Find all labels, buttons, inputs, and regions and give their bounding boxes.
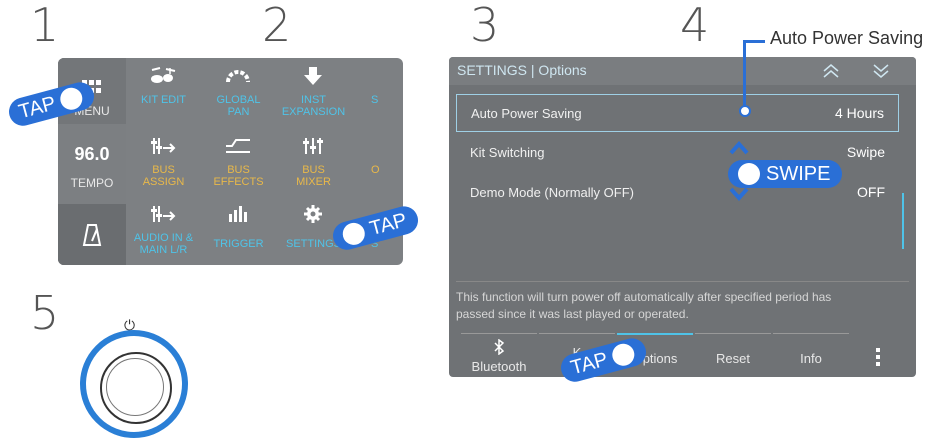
settings-titlebar: SETTINGS | Options (449, 57, 916, 85)
finger-dot-icon (738, 163, 760, 185)
scrollbar[interactable] (902, 193, 904, 249)
swipe-up-chevron-icon (729, 140, 749, 155)
audio-in-main-button[interactable]: AUDIO IN & MAIN L/R (126, 196, 201, 262)
inst-expansion-label: INST EXPANSION (281, 94, 346, 118)
kit-switching-label: Kit Switching (470, 145, 545, 160)
row-auto-power-saving[interactable]: Auto Power Saving 4 Hours (456, 94, 899, 132)
partial-menu-item-s[interactable]: S (351, 58, 403, 124)
divider (456, 281, 909, 282)
description-line-1: This function will turn power off automa… (456, 290, 832, 304)
step-number-4: 4 (680, 0, 710, 52)
page-down-icon[interactable] (871, 63, 891, 79)
metronome-icon (82, 224, 102, 246)
tab-underline-1 (461, 333, 537, 334)
tempo-label: TEMPO (70, 176, 114, 190)
bus-mixer-button[interactable]: BUS MIXER (276, 128, 351, 194)
tempo-value: 96.0 (74, 144, 110, 164)
tab-underline-2 (539, 333, 615, 334)
tab-underline-active (617, 333, 693, 335)
finger-dot-icon (340, 220, 368, 248)
step-number-5: 5 (30, 286, 60, 340)
pan-arc-icon (226, 70, 250, 83)
step-number-2: 2 (262, 0, 292, 52)
tab-reset-label: Reset (716, 351, 750, 366)
kit-edit-label: KIT EDIT (140, 94, 187, 106)
tab-bluetooth[interactable]: Bluetooth (461, 339, 537, 377)
more-vertical-icon[interactable] (875, 347, 881, 367)
bus-assign-button[interactable]: BUS ASSIGN (126, 128, 201, 194)
demo-mode-value[interactable]: OFF (857, 184, 885, 200)
gear-icon (304, 205, 322, 223)
knob-inner-ring-2 (106, 358, 164, 416)
auto-power-saving-value[interactable]: 4 Hours (835, 105, 884, 121)
level-bars-icon (229, 206, 247, 222)
mixer-faders-icon (303, 138, 323, 154)
global-pan-button[interactable]: GLOBAL PAN (201, 58, 276, 124)
bottom-tabs: Bluetooth K Options Reset Info (449, 333, 916, 377)
partial-label-o: O (371, 164, 380, 176)
audio-in-main-label: AUDIO IN & MAIN L/R (133, 232, 194, 256)
finger-dot-icon (58, 85, 86, 113)
bus-assign-label: BUS ASSIGN (142, 164, 185, 188)
bluetooth-icon (494, 339, 505, 355)
partial-label-s: S (371, 94, 379, 106)
settings-title: SETTINGS | Options (457, 62, 587, 78)
description-text: This function will turn power off automa… (456, 289, 896, 323)
effects-curve-icon (226, 139, 250, 153)
bus-effects-button[interactable]: BUS EFFECTS (201, 128, 276, 194)
demo-mode-label: Demo Mode (Normally OFF) (470, 185, 634, 200)
auto-power-saving-label: Auto Power Saving (471, 106, 582, 121)
bus-effects-label: BUS EFFECTS (213, 164, 264, 188)
tab-underline-4 (695, 333, 771, 334)
settings-screen: SETTINGS | Options Auto Power Saving 4 H… (449, 57, 916, 377)
power-knob[interactable] (80, 330, 188, 438)
tempo-button[interactable]: 96.0 TEMPO (58, 124, 126, 205)
global-pan-label: GLOBAL PAN (216, 94, 261, 118)
trigger-label: TRIGGER (213, 238, 264, 250)
tab-underline-5 (773, 333, 849, 334)
finger-dot-icon (610, 341, 638, 369)
drum-kit-icon (151, 67, 176, 83)
bus-mixer-label: BUS MIXER (296, 164, 331, 188)
tab-info[interactable]: Info (773, 339, 849, 377)
audio-in-icon (151, 206, 176, 222)
inst-expansion-button[interactable]: INST EXPANSION (276, 58, 351, 124)
partial-menu-item-o[interactable]: O (351, 128, 403, 194)
selection-dot-icon (739, 105, 751, 117)
tab-bluetooth-label: Bluetooth (471, 359, 527, 374)
bus-assign-icon (151, 138, 176, 154)
tab-info-label: Info (800, 351, 822, 366)
tab-reset[interactable]: Reset (695, 339, 771, 377)
kit-edit-button[interactable]: KIT EDIT (126, 58, 201, 124)
description-line-2: passed since it was last played or opera… (456, 307, 689, 321)
metronome-button[interactable] (58, 204, 126, 265)
swipe-down-chevron-icon (729, 187, 749, 202)
kit-switching-value[interactable]: Swipe (847, 144, 885, 160)
page-up-icon[interactable] (821, 63, 841, 79)
callout-line-horizontal (743, 40, 765, 43)
step-number-1: 1 (30, 0, 60, 52)
trigger-button[interactable]: TRIGGER (201, 196, 276, 262)
download-arrow-icon (304, 67, 322, 85)
tap-menu-text: TAP (16, 92, 59, 124)
swipe-text: SWIPE (766, 163, 831, 185)
step-number-3: 3 (470, 0, 500, 52)
callout-line-vertical (743, 40, 746, 106)
callout-label: Auto Power Saving (770, 28, 924, 48)
swipe-badge: SWIPE (728, 160, 843, 188)
